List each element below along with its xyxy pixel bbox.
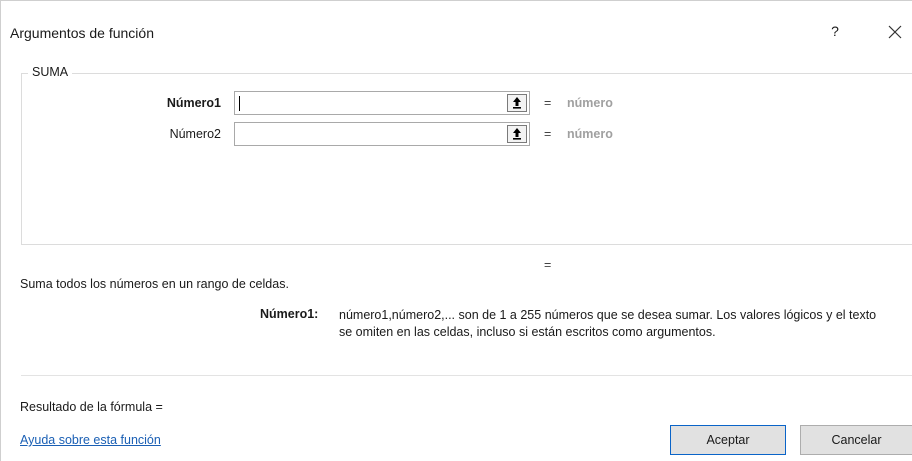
collapse-dialog-arrow-icon xyxy=(513,97,521,109)
arg1-field[interactable] xyxy=(234,91,530,115)
arg1-input[interactable] xyxy=(239,93,499,113)
param-help-name: Número1: xyxy=(260,307,319,321)
divider xyxy=(21,375,912,376)
dialog-title: Argumentos de función xyxy=(10,25,154,41)
arg1-collapse-button[interactable] xyxy=(507,94,527,112)
function-result-equals: = xyxy=(544,258,552,272)
arg2-collapse-button[interactable] xyxy=(507,125,527,143)
param-help-line1: número1,número2,... son de 1 a 255 númer… xyxy=(339,308,877,322)
arg1-type-hint: número xyxy=(567,96,613,110)
close-button[interactable] xyxy=(882,17,908,45)
ok-button[interactable]: Aceptar xyxy=(670,425,786,455)
param-help-line2: se omiten en las celdas, incluso si está… xyxy=(339,325,716,339)
help-link[interactable]: Ayuda sobre esta función xyxy=(20,433,161,447)
function-name: SUMA xyxy=(28,65,73,79)
formula-result-label: Resultado de la fórmula = xyxy=(20,400,163,414)
arg1-equals: = xyxy=(544,96,552,110)
function-description: Suma todos los números en un rango de ce… xyxy=(20,277,289,291)
close-icon xyxy=(888,25,902,39)
arg2-type-hint: número xyxy=(567,127,613,141)
arg1-label: Número1 xyxy=(166,96,221,110)
cancel-button[interactable]: Cancelar xyxy=(800,425,912,455)
text-caret xyxy=(239,96,240,111)
param-help-text: número1,número2,... son de 1 a 255 númer… xyxy=(339,307,912,341)
collapse-dialog-arrow-icon xyxy=(513,128,521,140)
arg2-label: Número2 xyxy=(169,127,221,141)
arg2-equals: = xyxy=(544,127,552,141)
function-arguments-dialog: Argumentos de función ? SUMA Número1 = n… xyxy=(0,0,912,461)
arg2-input[interactable] xyxy=(239,124,499,144)
help-button[interactable]: ? xyxy=(823,17,847,45)
arg2-field[interactable] xyxy=(234,122,530,146)
